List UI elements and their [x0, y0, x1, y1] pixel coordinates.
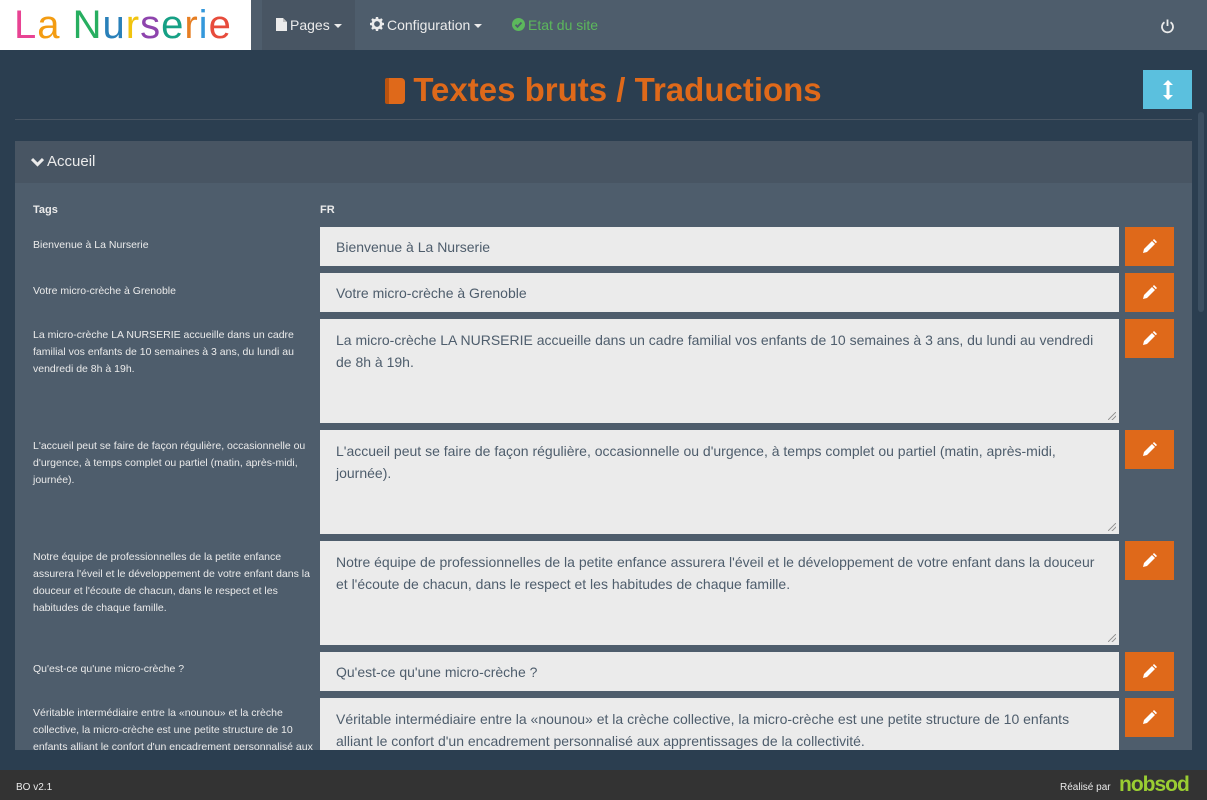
translation-value: Votre micro-crèche à Grenoble	[336, 285, 527, 301]
panel-heading-label: Accueil	[47, 153, 96, 170]
translation-value: Véritable intermédiaire entre la «nounou…	[336, 711, 1070, 749]
translation-value: La micro-crèche LA NURSERIE accueille da…	[336, 332, 1094, 370]
file-icon	[276, 1, 287, 51]
check-circle-icon	[512, 1, 525, 51]
logo-letter: e	[161, 3, 185, 47]
resize-vertical-icon	[1143, 79, 1192, 100]
chevron-down-icon	[30, 142, 45, 184]
logo-letter: L	[14, 3, 38, 47]
edit-button[interactable]	[1125, 698, 1174, 737]
page-title-text: Textes bruts / Traductions	[413, 71, 822, 108]
row-tag-label: Votre micro-crèche à Grenoble	[33, 285, 176, 297]
translation-value: Bienvenue à La Nurserie	[336, 239, 491, 255]
row-tag-label: La micro-crèche LA NURSERIE accueille da…	[33, 329, 294, 375]
column-header-fr: FR	[320, 204, 335, 216]
row-tag-label: L'accueil peut se faire de façon réguliè…	[33, 440, 306, 486]
edit-button[interactable]	[1125, 652, 1174, 691]
resize-grip[interactable]	[1108, 634, 1116, 642]
logo-letter: e	[208, 3, 232, 47]
translation-textarea[interactable]: Véritable intermédiaire entre la «nounou…	[320, 698, 1119, 750]
caret-down-icon	[474, 24, 483, 29]
row-tag-label: Notre équipe de professionnelles de la p…	[33, 551, 310, 614]
logo-letter	[61, 3, 73, 47]
edit-button[interactable]	[1125, 319, 1174, 358]
logo-letter: N	[72, 3, 103, 47]
logo-letter: r	[184, 3, 199, 47]
footer-brand-logo[interactable]: nobsod	[1119, 773, 1190, 797]
resize-grip[interactable]	[1108, 523, 1116, 531]
edit-button[interactable]	[1125, 227, 1174, 266]
site-logo[interactable]: La Nurserie	[0, 0, 251, 50]
edit-button[interactable]	[1125, 541, 1174, 580]
scrollbar-thumb[interactable]	[1198, 112, 1204, 312]
translation-textarea[interactable]: La micro-crèche LA NURSERIE accueille da…	[320, 319, 1119, 423]
accueil-panel: Accueil Tags FR Bienvenue à La Nurserie B…	[15, 141, 1192, 750]
nav-pages-dropdown[interactable]: Pages	[262, 0, 355, 50]
panel-heading-accueil[interactable]: Accueil	[15, 141, 1192, 183]
translation-textarea[interactable]: Notre équipe de professionnelles de la p…	[320, 541, 1119, 645]
toggle-all-button[interactable]	[1143, 70, 1192, 109]
translation-value: L'accueil peut se faire de façon réguliè…	[336, 443, 1056, 481]
nav-pages-label: Pages	[290, 17, 330, 33]
book-icon	[385, 78, 406, 104]
gear-icon	[370, 1, 384, 51]
power-icon	[1160, 17, 1175, 33]
logout-button[interactable]	[1160, 0, 1180, 50]
footer-credit: Réalisé par	[1060, 782, 1111, 793]
nav-configuration-label: Configuration	[387, 17, 471, 33]
nav-etat-du-site[interactable]: Etat du site	[512, 0, 598, 50]
translation-value: Notre équipe de professionnelles de la p…	[336, 554, 1095, 592]
edit-button[interactable]	[1125, 430, 1174, 469]
nav-etat-label: Etat du site	[528, 17, 599, 33]
logo-letter: u	[102, 3, 126, 47]
page-scrollbar[interactable]	[1196, 50, 1207, 770]
resize-grip[interactable]	[1108, 412, 1116, 420]
title-divider	[15, 119, 1192, 120]
translation-textarea[interactable]: L'accueil peut se faire de façon réguliè…	[320, 430, 1119, 534]
logo-letter: a	[37, 3, 61, 47]
translation-input[interactable]: Bienvenue à La Nurserie	[320, 227, 1119, 266]
edit-button[interactable]	[1125, 273, 1174, 312]
translation-value: Qu'est-ce qu'une micro-crèche ?	[336, 664, 538, 680]
row-tag-label: Qu'est-ce qu'une micro-crèche ?	[33, 663, 185, 675]
logo-letter: r	[125, 3, 141, 47]
translation-input[interactable]: Qu'est-ce qu'une micro-crèche ?	[320, 652, 1119, 691]
top-navbar: La Nurserie Pages Configuration Etat du …	[0, 0, 1207, 50]
footer-version: BO v2.1	[16, 782, 53, 793]
caret-down-icon	[333, 24, 342, 29]
column-header-tags: Tags	[33, 204, 58, 216]
translation-input[interactable]: Votre micro-crèche à Grenoble	[320, 273, 1119, 312]
nav-configuration-dropdown[interactable]: Configuration	[370, 0, 483, 51]
logo-letter: s	[140, 3, 162, 47]
row-tag-label: Véritable intermédiaire entre la «nounou…	[33, 707, 313, 750]
logo-letter: i	[198, 3, 209, 47]
page-title: Textes bruts / Traductions	[0, 68, 1207, 112]
row-tag-label: Bienvenue à La Nurserie	[33, 239, 149, 251]
footer: BO v2.1 Réalisé par nobsod	[0, 770, 1207, 800]
